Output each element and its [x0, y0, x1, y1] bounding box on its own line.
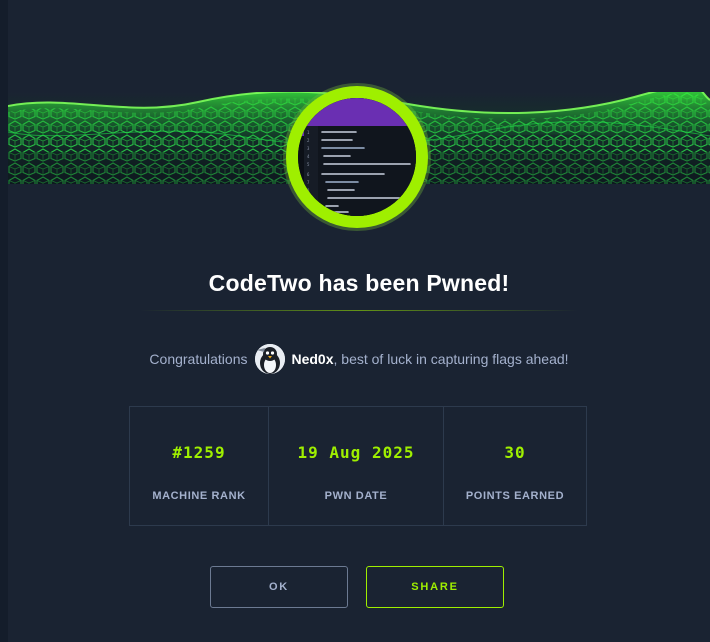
stat-pwn-date: 19 Aug 2025 PWN DATE — [269, 407, 444, 525]
username-link[interactable]: Ned0x — [291, 351, 333, 367]
svg-text:9: 9 — [307, 196, 310, 201]
ok-button[interactable]: OK — [210, 566, 348, 608]
pwned-modal: 123 456 789 10 CodeTwo has been Pwned! C… — [8, 0, 710, 642]
svg-text:10: 10 — [306, 204, 311, 209]
congrats-prefix: Congratulations — [149, 351, 248, 367]
code-editor-machine-icon: 123 456 789 10 — [298, 98, 416, 216]
points-earned-label: POINTS EARNED — [465, 490, 565, 502]
title-divider — [140, 310, 578, 311]
pwn-date-label: PWN DATE — [324, 490, 388, 502]
machine-rank-value: #1259 — [172, 443, 226, 462]
points-earned-value: 30 — [504, 443, 526, 462]
pwned-title: CodeTwo has been Pwned! — [208, 270, 510, 296]
machine-rank-label: MACHINE RANK — [152, 490, 246, 502]
stat-machine-rank: #1259 MACHINE RANK — [130, 407, 269, 525]
stats-panel: #1259 MACHINE RANK 19 Aug 2025 PWN DATE … — [129, 406, 587, 526]
penguin-user-avatar-icon — [255, 344, 286, 374]
machine-avatar: 123 456 789 10 — [286, 86, 428, 228]
stat-points-earned: 30 POINTS EARNED — [444, 407, 586, 525]
congrats-line: Congratulations Ned0x , best of luck in … — [8, 343, 710, 375]
pwn-date-value: 19 Aug 2025 — [297, 443, 415, 462]
share-button[interactable]: SHARE — [366, 566, 504, 608]
congrats-suffix: , best of luck in capturing flags ahead! — [333, 351, 569, 367]
